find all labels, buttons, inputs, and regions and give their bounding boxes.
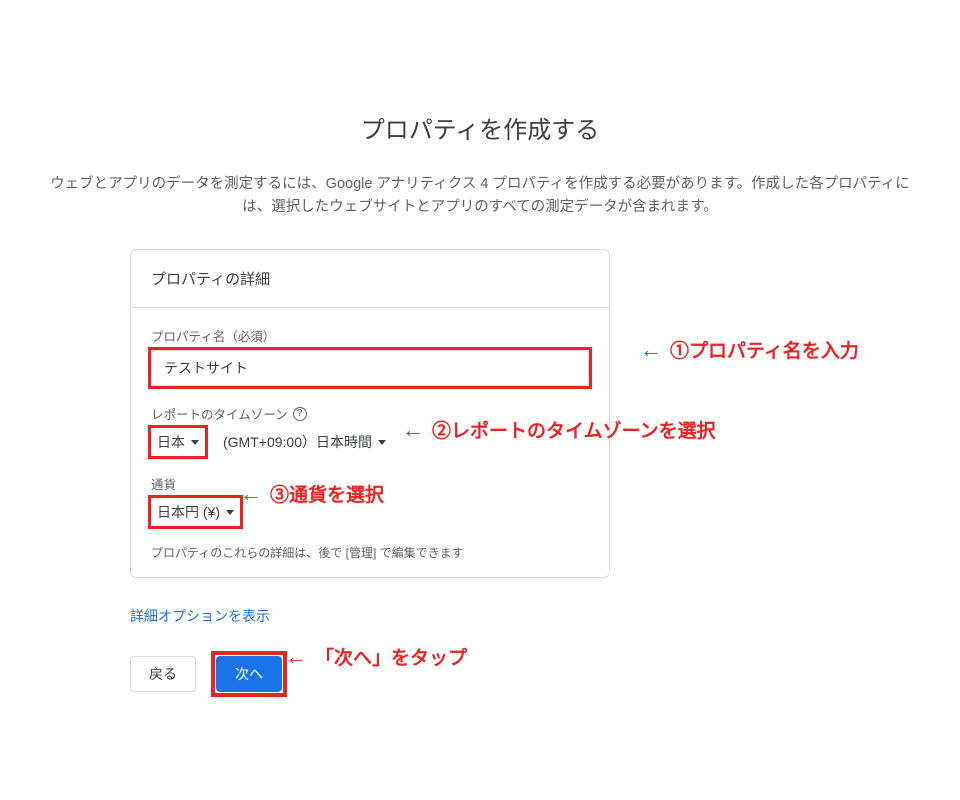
annotation-1: ← ①プロパティ名を入力: [640, 336, 859, 363]
caret-down-icon: [191, 440, 199, 445]
arrow-left-icon: ←: [402, 417, 424, 443]
timezone-offset-select[interactable]: (GMT+09:00）日本時間: [217, 428, 392, 456]
arrow-left-icon: ←: [640, 337, 662, 363]
advanced-options-link[interactable]: 詳細オプションを表示: [130, 606, 610, 626]
page-title: プロパティを作成する: [30, 110, 930, 145]
intro-text: ウェブとアプリのデータを測定するには、Google アナリティクス 4 プロパテ…: [30, 173, 930, 219]
currency-select[interactable]: 日本円 (¥): [151, 498, 240, 526]
property-name-label: プロパティ名（必須）: [151, 326, 589, 345]
back-button[interactable]: 戻る: [130, 656, 196, 692]
card-header: プロパティの詳細: [131, 250, 609, 308]
annotation-2: ← ②レポートのタイムゾーンを選択: [402, 416, 716, 443]
caret-down-icon: [226, 510, 234, 515]
help-icon[interactable]: ?: [293, 407, 307, 421]
footer-note: プロパティのこれらの詳細は、後で [管理] で編集できます: [151, 544, 589, 561]
property-details-card: プロパティの詳細 プロパティ名（必須） レポートのタイムゾーン ? 日本: [130, 249, 610, 578]
annotation-3: ← ③通貨を選択: [240, 480, 384, 507]
arrow-left-icon: ←: [285, 644, 307, 670]
next-button[interactable]: 次へ: [216, 656, 282, 692]
property-name-input[interactable]: [151, 350, 589, 386]
arrow-left-icon: ←: [240, 481, 262, 507]
annotation-4: ← 「次へ」をタップ: [285, 643, 467, 670]
timezone-country-select[interactable]: 日本: [151, 428, 205, 456]
caret-down-icon: [378, 440, 386, 445]
timezone-label: レポートのタイムゾーン: [151, 404, 288, 423]
